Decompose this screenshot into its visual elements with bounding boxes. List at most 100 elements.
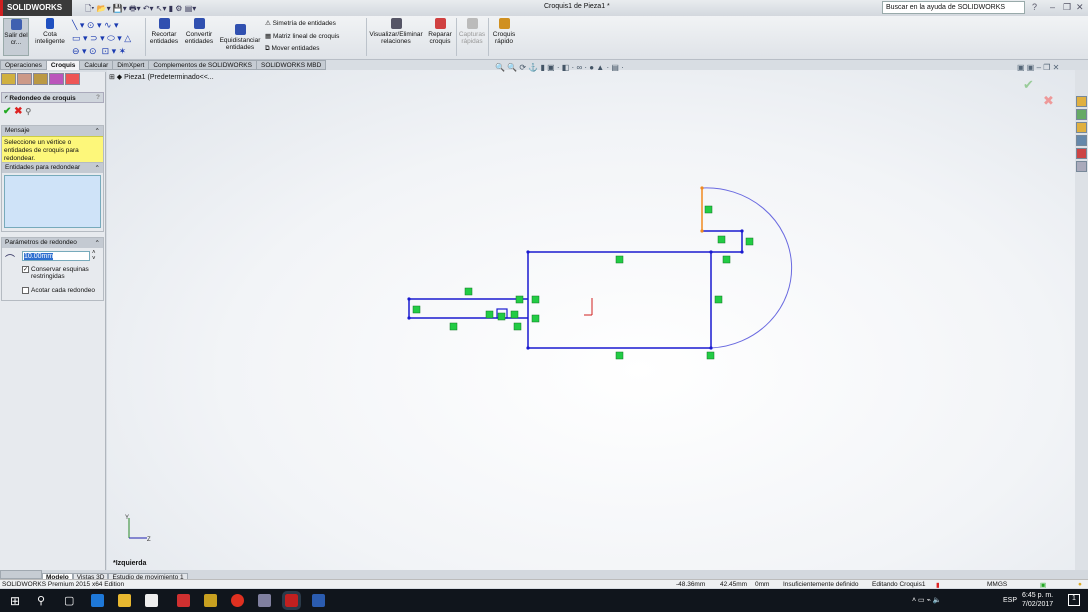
tab-mbd[interactable]: SOLIDWORKS MBD [255, 60, 327, 70]
help-search-input[interactable]: Buscar en la ayuda de SOLIDWORKS [882, 1, 1025, 14]
smart-dimension-button[interactable]: Cota inteligente [33, 18, 67, 45]
checkbox-icon: ✓ [22, 266, 29, 273]
tab-dimxpert[interactable]: DimXpert [112, 60, 150, 70]
task-view-icon[interactable]: ▢ [64, 594, 74, 607]
property-manager-tab[interactable] [17, 73, 32, 85]
panel-tabs [0, 72, 105, 85]
app-icon[interactable] [231, 594, 244, 607]
units-selector[interactable]: MMGS [987, 581, 1007, 588]
label: Visualizar/Eliminar relaciones [369, 31, 423, 45]
close-button[interactable]: ✕ [1076, 2, 1084, 13]
dimension-each-checkbox[interactable]: Acotar cada redondeo [22, 287, 95, 294]
rapid-sketch-button[interactable]: Croquis rápido [490, 18, 518, 45]
view-palette-icon[interactable] [1076, 135, 1087, 146]
start-icon[interactable]: ⊞ [10, 594, 20, 608]
display-manager-tab[interactable] [65, 73, 80, 85]
sketch-entity-tools[interactable]: ╲ ▾ ⊙ ▾ ∿ ▾ ▭ ▾ ⊃ ▾ ⬭ ▾ △ ⊖ ▾ ⊙ ⊡ ▾ ✶ [72, 19, 131, 58]
windows-taskbar: ⊞ ⚲ ▢ ˄ ▭ ⌁ 🔈 ESP 6:45 p. m. 7/02/2017 1 [0, 589, 1088, 612]
offset-entities-button[interactable]: Equidistanciar entidades [218, 24, 262, 51]
ok-button[interactable]: ✔ [3, 106, 11, 117]
repair-sketch-button[interactable]: Reparar croquis [426, 18, 454, 45]
edge-icon[interactable] [91, 594, 104, 607]
app-icon[interactable] [177, 594, 190, 607]
appearances-icon[interactable] [1076, 148, 1087, 159]
keep-corners-checkbox[interactable]: ✓ Conservar esquinas restringidas [22, 266, 103, 280]
sketch-slot [408, 298, 528, 319]
help-button[interactable]: ? [96, 94, 100, 101]
linear-pattern-button[interactable]: ▦ Matriz lineal de croquis [265, 32, 339, 40]
minimize-button[interactable]: – [1050, 2, 1055, 12]
title-bar: SOLIDWORKS 🗋▾ 📂▾ 💾▾ 🖶▾ ↶▾ ↖▾ ▮ ⚙ ▤▾ Croq… [0, 0, 1088, 16]
trim-entities-button[interactable]: Recortar entidades [148, 18, 180, 45]
store-icon[interactable] [145, 594, 158, 607]
graphics-area[interactable]: 🔍 🔍 ⟳ ⚓ ▮ ▣ · ◧ · ∞ · ● ▲ · ▤ · ▣ ▣ – ❐ … [107, 63, 1075, 570]
config-manager-tab[interactable] [33, 73, 48, 85]
dimxpert-tab[interactable] [49, 73, 64, 85]
exit-sketch-button[interactable]: Salir del cr... [3, 18, 29, 56]
tab-operaciones[interactable]: Operaciones [0, 60, 47, 70]
model-tabs: Modelo Vistas 3D Estudio de movimiento 1 [0, 570, 1088, 582]
display-relations-button[interactable]: Visualizar/Eliminar relaciones [368, 18, 424, 45]
tab-calcular[interactable]: Calcular [79, 60, 114, 70]
help-icon[interactable]: ? [1032, 2, 1037, 12]
notification-center[interactable]: 1 [1068, 594, 1080, 606]
file-explorer-icon[interactable] [118, 594, 131, 607]
label: Convertir entidades [184, 31, 214, 45]
system-tray-icons[interactable]: ˄ ▭ ⌁ 🔈 [912, 596, 941, 604]
collapse-icon[interactable]: ⌃ [95, 127, 100, 135]
rebuild-icon[interactable]: ▮ [936, 581, 940, 589]
collapse-icon[interactable]: ⌃ [95, 164, 100, 172]
solidworks-taskbar-icon[interactable] [282, 591, 301, 610]
tab-scroll-buttons[interactable] [0, 570, 42, 579]
collapse-icon[interactable]: ⌃ [95, 239, 100, 247]
tab-croquis[interactable]: Croquis [45, 60, 81, 70]
fillet-parameters-section: Parámetros de redondeo ⌃ ⌒ 10.00mm ˄ ˅ ✓ Co… [1, 237, 104, 301]
radius-icon: ⌒ [5, 255, 15, 266]
quick-access-toolbar[interactable]: 🗋▾ 📂▾ 💾▾ 🖶▾ ↶▾ ↖▾ ▮ ⚙ ▤▾ [85, 3, 196, 17]
restore-button[interactable]: ❐ [1063, 2, 1071, 13]
resources-icon[interactable] [1076, 96, 1087, 107]
entities-list[interactable] [4, 175, 101, 228]
label: Croquis rápido [492, 31, 516, 45]
tools-icon[interactable]: ▣ [1040, 581, 1046, 589]
file-explorer-icon[interactable] [1076, 122, 1087, 133]
label: Simetría de entidades [272, 20, 336, 27]
status-bar: SOLIDWORKS Premium 2015 x64 Edition -48.… [0, 579, 1088, 589]
command-manager: Salir del cr... Cota inteligente ╲ ▾ ⊙ ▾… [0, 16, 1088, 60]
convert-entities-button[interactable]: Convertir entidades [182, 18, 216, 45]
help-bulb-icon[interactable]: ● [1078, 581, 1082, 588]
label: Reparar croquis [428, 31, 452, 45]
solidworks-logo[interactable]: SOLIDWORKS [0, 0, 72, 16]
word-icon[interactable] [312, 594, 325, 607]
app-icon[interactable] [258, 594, 271, 607]
feature-tree-tab[interactable] [1, 73, 16, 85]
radius-spinner[interactable]: ˄ ˅ [92, 250, 96, 262]
language-indicator[interactable]: ESP [1003, 597, 1017, 604]
label: Cota inteligente [35, 31, 65, 45]
search-icon[interactable]: ⚲ [37, 594, 45, 607]
sketch[interactable] [107, 70, 1075, 570]
tab-complementos[interactable]: Complementos de SOLIDWORKS [148, 60, 257, 70]
sketch-state: Insuficientemente definido [783, 581, 859, 588]
custom-properties-icon[interactable] [1076, 161, 1087, 172]
clock-date[interactable]: 7/02/2017 [1022, 601, 1053, 608]
label: Recortar entidades [149, 31, 179, 45]
entities-section: Entidades para redondear ⌃ [1, 162, 104, 232]
pushpin-button[interactable]: ⚲ [25, 107, 31, 116]
mirror-entities-button[interactable]: ⚠ Simetría de entidades [265, 19, 336, 27]
task-pane-tabs [1075, 70, 1088, 570]
move-entities-button[interactable]: ⧉ Mover entidades [265, 45, 320, 53]
label: Salir del cr... [4, 32, 28, 46]
design-library-icon[interactable] [1076, 109, 1087, 120]
media-app-icon[interactable] [204, 594, 217, 607]
checkbox-label: Acotar cada redondeo [31, 287, 95, 294]
property-manager: ◜ Redondeo de croquis? ✔ ✖ ⚲ Mensaje ⌃ Se… [0, 72, 106, 570]
radius-input[interactable]: 10.00mm [22, 251, 90, 261]
cancel-button[interactable]: ✖ [14, 106, 22, 117]
clock-time[interactable]: 6:45 p. m. [1022, 592, 1053, 599]
sketch-rectangle[interactable] [527, 251, 712, 349]
panel-title: Redondeo de croquis [9, 95, 76, 102]
sketch-arc [701, 187, 793, 349]
quick-snaps-button[interactable]: Capturas rápidas [458, 18, 486, 45]
label: Mover entidades [271, 45, 320, 52]
